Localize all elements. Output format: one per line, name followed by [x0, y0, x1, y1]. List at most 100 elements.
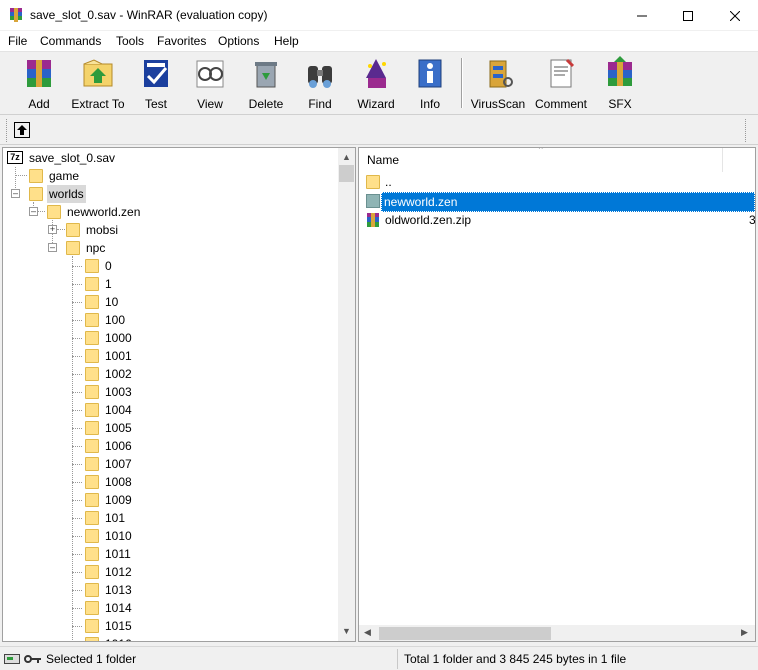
list-item-label: oldworld.zen.zip: [385, 213, 472, 227]
tree-item-npc-child[interactable]: 1014: [82, 599, 282, 617]
tree-item-mobsi[interactable]: + mobsi: [48, 221, 248, 239]
find-button[interactable]: Find: [298, 54, 342, 112]
tree-item-npc-child[interactable]: 0: [82, 257, 282, 275]
folder-icon: [85, 493, 99, 507]
menu-help[interactable]: Help: [274, 34, 299, 48]
extract-to-button[interactable]: Extract To: [68, 54, 128, 112]
archive-icon: [367, 213, 379, 227]
tree-item-npc-child[interactable]: 1006: [82, 437, 282, 455]
tree-label: 1015: [105, 619, 132, 633]
folder-icon: [85, 547, 99, 561]
maximize-button[interactable]: [665, 0, 711, 31]
list-horizontal-scrollbar[interactable]: ◀ ▶: [359, 625, 755, 641]
folder-icon: [85, 583, 99, 597]
scrollbar-thumb[interactable]: [379, 627, 551, 640]
list-item-label: ..: [385, 175, 392, 189]
collapse-toggle[interactable]: –: [48, 243, 57, 252]
tree-item-npc-child[interactable]: 1001: [82, 347, 282, 365]
menu-commands[interactable]: Commands: [40, 34, 101, 48]
tree-line: [72, 554, 82, 555]
folder-icon: [85, 475, 99, 489]
tree-item-worlds[interactable]: – worlds: [11, 185, 211, 203]
tree-item-npc-child[interactable]: 1015: [82, 617, 282, 635]
list-item-parent[interactable]: ..: [365, 173, 755, 191]
tree-item-npc-child[interactable]: 1007: [82, 455, 282, 473]
tree-line: [72, 536, 82, 537]
tree-item-npc-child[interactable]: 1003: [82, 383, 282, 401]
scroll-left-arrow-icon[interactable]: ◀: [364, 627, 371, 638]
tree-item-npc-child[interactable]: 101: [82, 509, 282, 527]
test-button[interactable]: Test: [134, 54, 178, 112]
menu-tools[interactable]: Tools: [116, 34, 144, 48]
collapse-toggle[interactable]: –: [29, 207, 38, 216]
tree-item-npc-child[interactable]: 1: [82, 275, 282, 293]
close-button[interactable]: [712, 0, 758, 31]
column-header-name[interactable]: Name ⌃: [359, 148, 723, 172]
tree-item-newworld[interactable]: – newworld.zen: [29, 203, 249, 221]
list-item-newworld[interactable]: newworld.zen: [365, 192, 755, 212]
file-list[interactable]: Name ⌃ .. newworld.zen oldworld.zen.zip …: [358, 147, 756, 642]
sfx-label: SFX: [608, 97, 632, 111]
tree-label: 1004: [105, 403, 132, 417]
add-button[interactable]: Add: [12, 54, 66, 112]
tree-line: [72, 356, 82, 357]
wizard-button[interactable]: Wizard: [352, 54, 400, 112]
wizard-icon: [366, 59, 386, 88]
folder-icon: [85, 403, 99, 417]
toolbar: Add Extract To Test View Delete Find Wiz…: [0, 51, 758, 114]
up-one-level-button[interactable]: [14, 122, 30, 138]
tree-item-npc-child[interactable]: 1009: [82, 491, 282, 509]
tree-label: 1001: [105, 349, 132, 363]
tree-line: [72, 572, 82, 573]
delete-icon: [255, 62, 277, 88]
scroll-up-arrow-icon[interactable]: ▲: [342, 152, 351, 162]
menu-file[interactable]: File: [8, 34, 27, 48]
tree-item-npc-child[interactable]: 1000: [82, 329, 282, 347]
tree-item-npc-child[interactable]: 1012: [82, 563, 282, 581]
folder-icon: [85, 421, 99, 435]
folder-icon: [85, 277, 99, 291]
tree-item-npc-child[interactable]: 1005: [82, 419, 282, 437]
tree-vertical-scrollbar[interactable]: ▲ ▼: [338, 148, 355, 641]
delete-button[interactable]: Delete: [242, 54, 290, 112]
delete-label: Delete: [248, 97, 284, 111]
scroll-right-arrow-icon[interactable]: ▶: [741, 627, 748, 638]
tree-label: 0: [105, 259, 112, 273]
tree-item-npc-child[interactable]: 1011: [82, 545, 282, 563]
scrollbar-thumb[interactable]: [339, 165, 354, 182]
sfx-button[interactable]: SFX: [598, 54, 642, 112]
column-header-extra[interactable]: [724, 148, 754, 172]
find-label: Find: [308, 97, 332, 111]
view-button[interactable]: View: [186, 54, 234, 112]
tree-item-npc-child[interactable]: 1004: [82, 401, 282, 419]
menu-options[interactable]: Options: [218, 34, 259, 48]
collapse-toggle[interactable]: –: [11, 189, 20, 198]
tree-label: 1009: [105, 493, 132, 507]
tree-item-npc-child[interactable]: 10: [82, 293, 282, 311]
tree-item-game[interactable]: game: [27, 167, 227, 185]
tree-line: [72, 392, 82, 393]
title-bar[interactable]: save_slot_0.sav - WinRAR (evaluation cop…: [0, 0, 758, 31]
folder-icon: [85, 637, 99, 641]
tree-item-npc-child[interactable]: 1002: [82, 365, 282, 383]
scroll-down-arrow-icon[interactable]: ▼: [342, 626, 351, 636]
toolbar-grip-right[interactable]: [745, 119, 747, 142]
tree-item-npc-child[interactable]: 1008: [82, 473, 282, 491]
tree-item-npc-child[interactable]: 1013: [82, 581, 282, 599]
info-button[interactable]: Info: [408, 54, 452, 112]
toolbar-grip[interactable]: [6, 119, 8, 142]
expand-toggle[interactable]: +: [48, 225, 57, 234]
virusscan-icon: [489, 60, 513, 88]
folder-tree[interactable]: 7z save_slot_0.sav game – worlds – newwo…: [2, 147, 356, 642]
virusscan-button[interactable]: VirusScan: [470, 54, 526, 112]
tree-item-npc[interactable]: – npc: [48, 239, 248, 257]
minimize-button[interactable]: [619, 0, 665, 31]
address-bar: [0, 114, 758, 145]
tree-item-npc-child[interactable]: 1016: [82, 635, 282, 641]
list-item-oldworld[interactable]: oldworld.zen.zip 3: [365, 211, 755, 229]
tree-item-npc-child[interactable]: 100: [82, 311, 282, 329]
folder-icon: [85, 511, 99, 525]
tree-item-npc-child[interactable]: 1010: [82, 527, 282, 545]
menu-favorites[interactable]: Favorites: [157, 34, 206, 48]
comment-button[interactable]: Comment: [532, 54, 590, 112]
